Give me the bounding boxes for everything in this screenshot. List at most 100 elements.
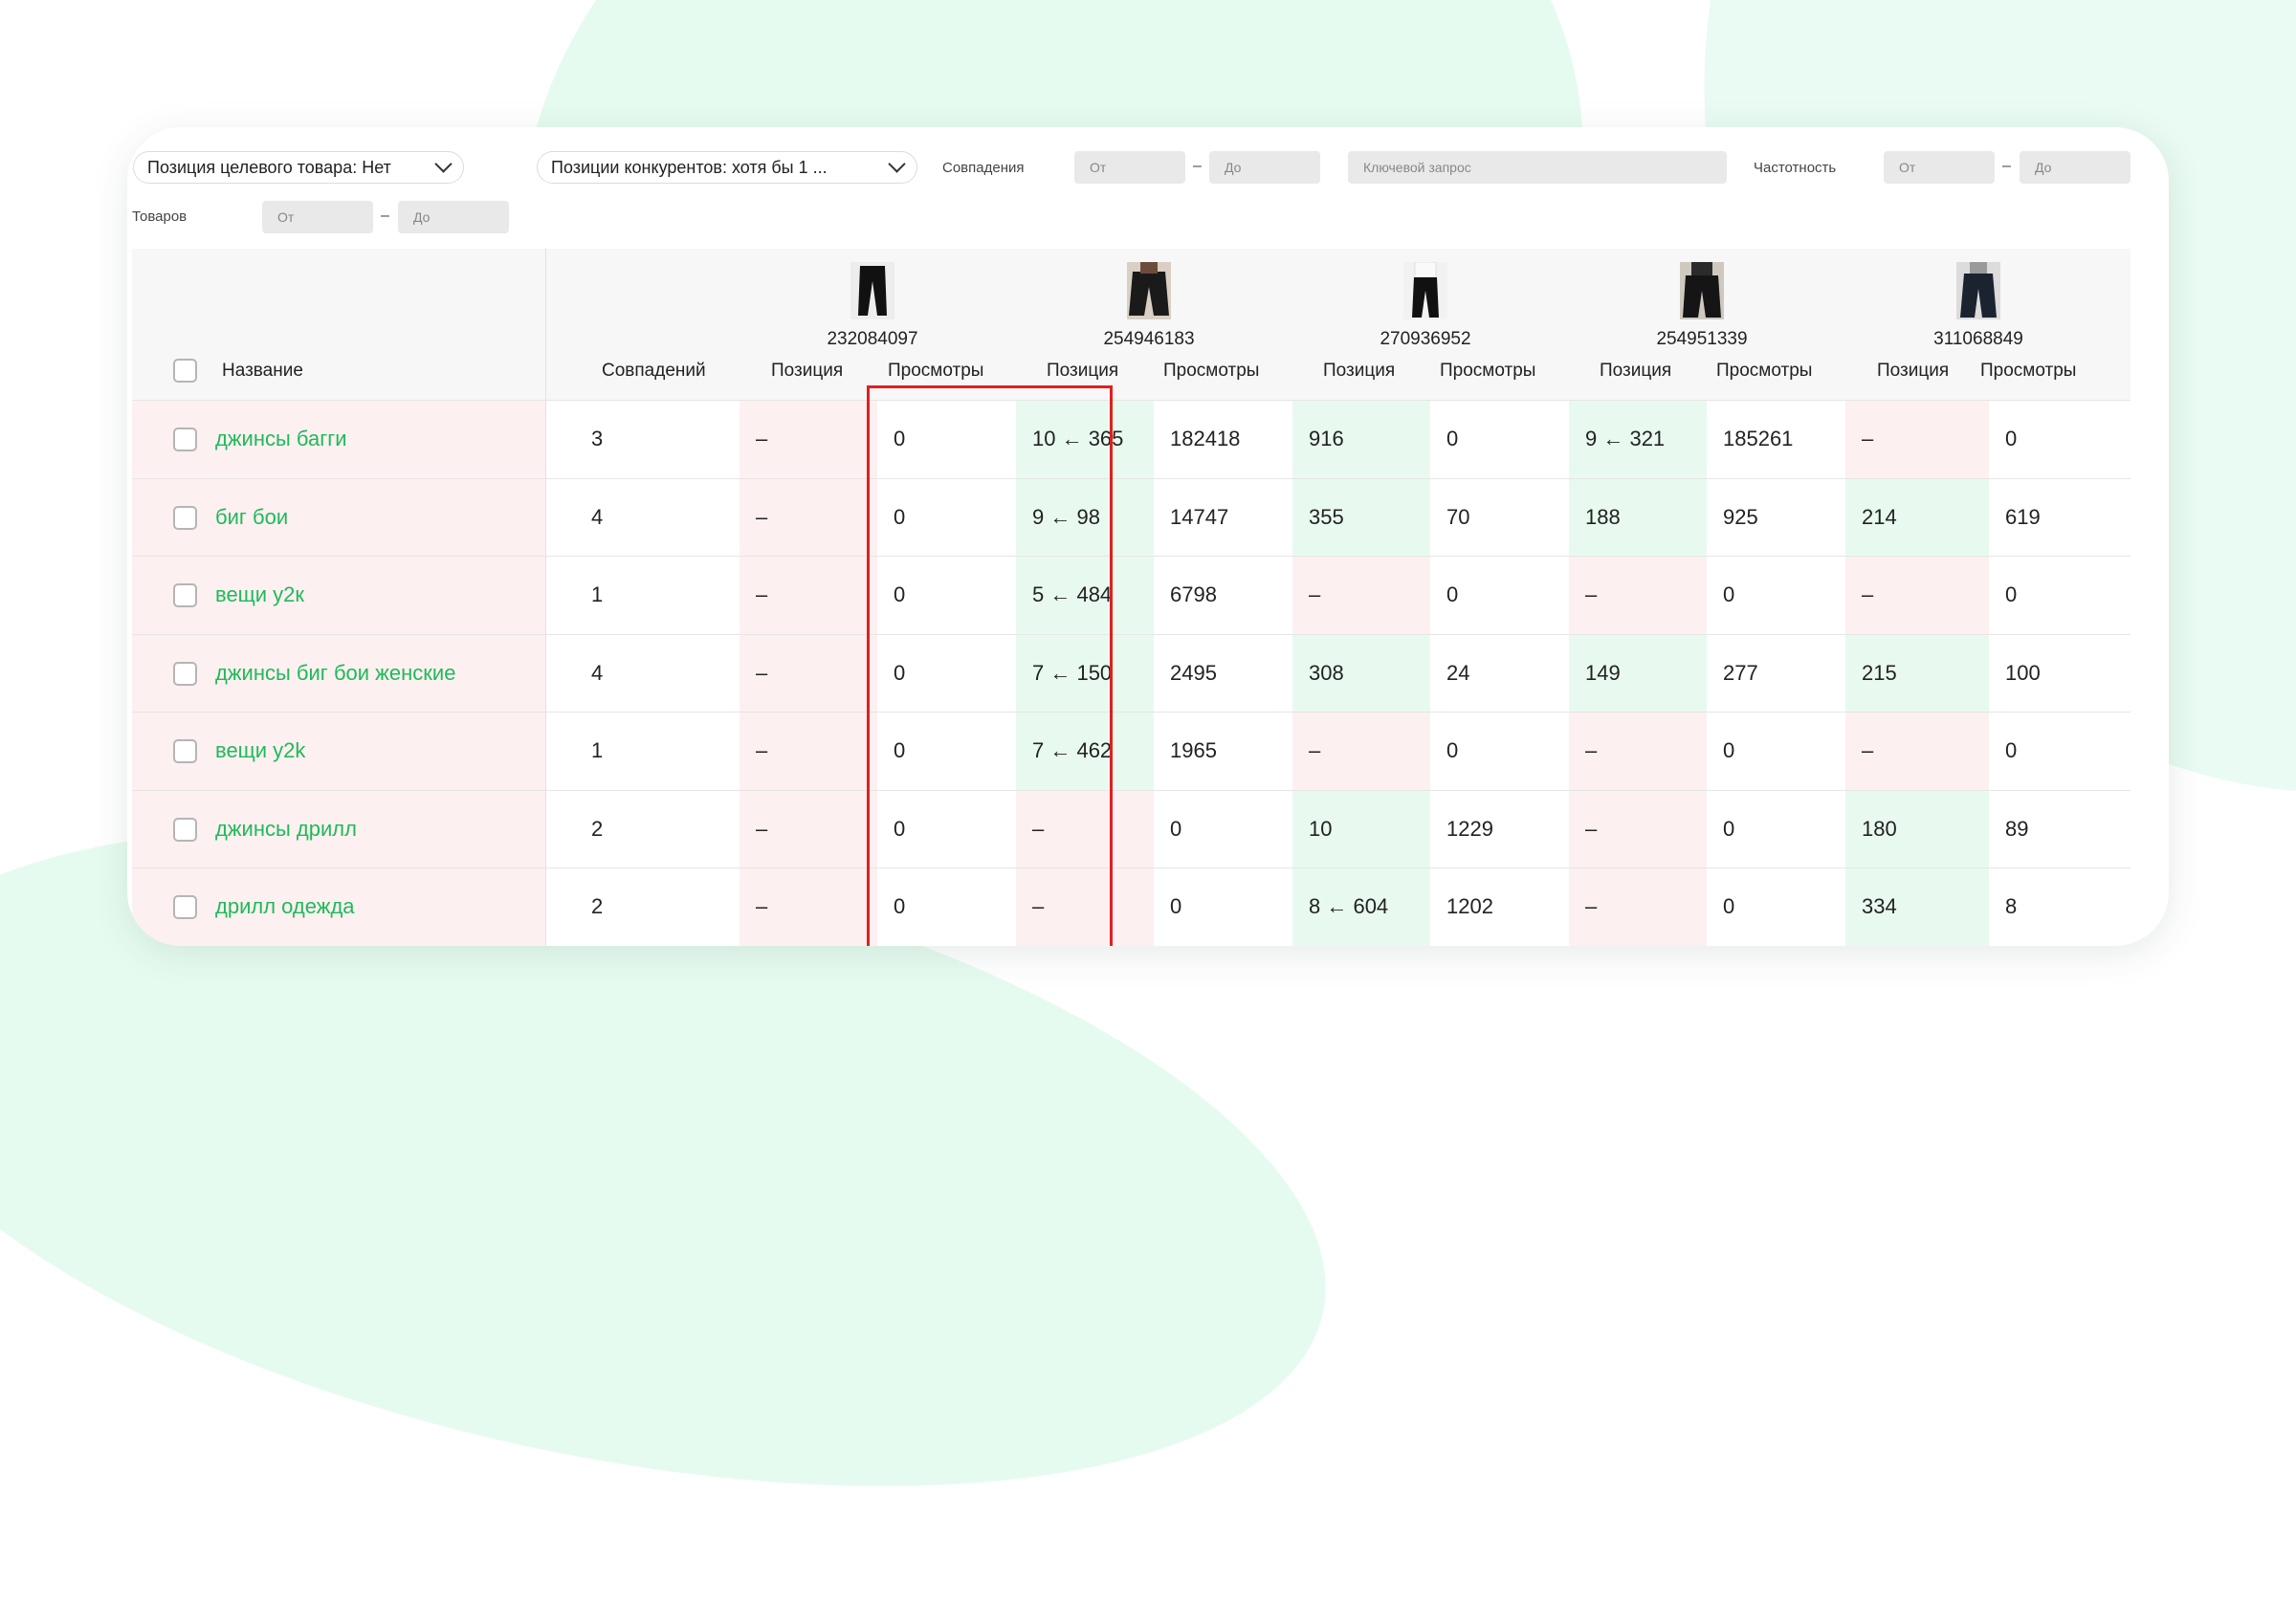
position-cell: 7 ← 150 <box>1016 634 1154 712</box>
table-row[interactable]: дрилл одежда 2–0–0 8 ← 604 1202–0 334 8 <box>132 868 2130 946</box>
goods-to-input[interactable]: До <box>398 201 509 233</box>
product-column-header: 254946183 <box>1063 262 1235 350</box>
keyword-cell: биг бои <box>132 478 545 556</box>
position-cell: 916 <box>1292 401 1430 478</box>
position-cell: – <box>1016 790 1154 867</box>
position-cell: – <box>1292 557 1430 634</box>
row-checkbox[interactable] <box>173 583 197 607</box>
range-dash: – <box>381 208 389 224</box>
keyword-cell: джинсы багги <box>132 401 545 478</box>
keyword-link[interactable]: джинсы багги <box>215 427 347 451</box>
keyword-link[interactable]: дрилл одежда <box>215 894 355 919</box>
views-cell: 0 <box>1170 816 1182 841</box>
position-cell: – <box>740 868 877 946</box>
position-cell: 10 <box>1292 790 1430 867</box>
keyword-link[interactable]: вещи y2k <box>215 738 305 763</box>
position-cell: – <box>1569 557 1707 634</box>
position-cell: – <box>1016 868 1154 946</box>
frequency-from-input[interactable]: От <box>1884 151 1995 184</box>
position-cell: – <box>1569 790 1707 867</box>
keyword-link[interactable]: вещи у2к <box>215 582 304 607</box>
views-cell: 1229 <box>1446 816 1493 841</box>
column-header-views[interactable]: Просмотры <box>1440 361 1535 382</box>
column-header-position[interactable]: Позиция <box>771 361 843 382</box>
baggy-pants-icon <box>1127 262 1171 319</box>
competitors-dropdown[interactable]: Позиции конкурентов: хотя бы 1 ... <box>537 151 917 184</box>
table-row[interactable]: джинсы дрилл 2–0–0 10 1229–0 180 89 <box>132 790 2130 868</box>
views-cell: 0 <box>1723 894 1735 919</box>
position-cell: 180 <box>1845 790 1989 867</box>
views-cell: 182418 <box>1170 427 1241 451</box>
table-row[interactable]: вещи y2k 1–0 7 ← 462 1965–0–0–0 <box>132 713 2130 791</box>
keyword-cell: дрилл одежда <box>132 868 545 946</box>
matches-to-input[interactable]: До <box>1209 151 1320 184</box>
black-pants-icon <box>1403 262 1447 319</box>
views-cell: 619 <box>2005 504 2041 529</box>
column-header-views[interactable]: Просмотры <box>888 361 983 382</box>
target-position-dropdown[interactable]: Позиция целевого товара: Нет <box>133 151 464 184</box>
position-cell: 308 <box>1292 634 1430 712</box>
column-header-views[interactable]: Просмотры <box>1163 361 1259 382</box>
product-id: 270936952 <box>1380 329 1471 349</box>
views-cell: 70 <box>1446 504 1470 529</box>
matches-count: 3 <box>545 401 740 478</box>
column-header-position[interactable]: Позиция <box>1877 361 1949 382</box>
views-cell: 89 <box>2005 816 2029 841</box>
views-cell: 14747 <box>1170 504 1229 529</box>
views-cell: 925 <box>1723 504 1758 529</box>
column-header-position[interactable]: Позиция <box>1323 361 1395 382</box>
frequency-to-input[interactable]: До <box>2020 151 2130 184</box>
column-header-position[interactable]: Позиция <box>1600 361 1671 382</box>
position-cell: 9 ← 321 <box>1569 401 1707 478</box>
keyword-cell: вещи у2к <box>132 557 545 634</box>
table-row[interactable]: биг бои 4–0 9 ← 98 14747 355 70 188 925 214 619 <box>132 478 2130 557</box>
table-header: Название Совпадений 232084097 254946183 <box>132 249 2130 401</box>
keyword-search-input[interactable]: Ключевой запрос <box>1348 151 1727 184</box>
matches-count: 1 <box>545 557 740 634</box>
keyword-link[interactable]: джинсы дрилл <box>215 817 357 842</box>
keyword-cell: вещи y2k <box>132 713 545 790</box>
column-header-views[interactable]: Просмотры <box>1980 361 2076 382</box>
column-header-matches[interactable]: Совпадений <box>602 361 706 382</box>
views-cell: 2495 <box>1170 660 1217 685</box>
views-cell: 1965 <box>1170 738 1217 763</box>
views-cell: 0 <box>2005 738 2018 763</box>
product-column-header: 254951339 <box>1616 262 1788 350</box>
column-header-name[interactable]: Название <box>222 361 303 382</box>
matches-from-input[interactable]: От <box>1074 151 1185 184</box>
position-cell: – <box>740 790 877 867</box>
baggy-pants-icon <box>1680 262 1724 319</box>
row-checkbox[interactable] <box>173 505 197 530</box>
position-cell: 10 ← 365 <box>1016 401 1154 478</box>
matches-count: 4 <box>545 634 740 712</box>
views-cell: 0 <box>894 504 906 529</box>
keyword-link[interactable]: джинсы биг бои женские <box>215 661 455 686</box>
row-checkbox[interactable] <box>173 428 197 451</box>
views-cell: 0 <box>894 427 906 451</box>
position-cell: 149 <box>1569 634 1707 712</box>
row-checkbox[interactable] <box>173 817 197 842</box>
column-header-position[interactable]: Позиция <box>1047 361 1118 382</box>
position-cell: – <box>740 401 877 478</box>
position-cell: 214 <box>1845 478 1989 556</box>
row-checkbox[interactable] <box>173 739 197 763</box>
views-cell: 6798 <box>1170 582 1217 607</box>
keyword-link[interactable]: биг бои <box>215 505 288 530</box>
table-row[interactable]: вещи у2к 1–0 5 ← 484 6798–0–0–0 <box>132 557 2130 635</box>
goods-from-input[interactable]: От <box>262 201 373 233</box>
views-cell: 8 <box>2005 894 2018 919</box>
position-cell: – <box>740 634 877 712</box>
table-row[interactable]: джинсы биг бои женские 4–0 7 ← 150 2495 308 2… <box>132 634 2130 713</box>
table-row[interactable]: джинсы багги 3–0 10 ← 365 182418 916 0 9 ← 321… <box>132 401 2130 479</box>
position-cell: 8 ← 604 <box>1292 868 1430 946</box>
select-all-checkbox[interactable] <box>173 359 197 383</box>
product-id: 232084097 <box>827 329 918 349</box>
matches-count: 1 <box>545 713 740 790</box>
row-checkbox[interactable] <box>173 895 197 919</box>
position-cell: 355 <box>1292 478 1430 556</box>
position-cell: 5 ← 484 <box>1016 557 1154 634</box>
row-checkbox[interactable] <box>173 661 197 686</box>
chevron-down-icon <box>888 154 906 173</box>
keyword-cell: джинсы дрилл <box>132 790 545 867</box>
column-header-views[interactable]: Просмотры <box>1716 361 1812 382</box>
